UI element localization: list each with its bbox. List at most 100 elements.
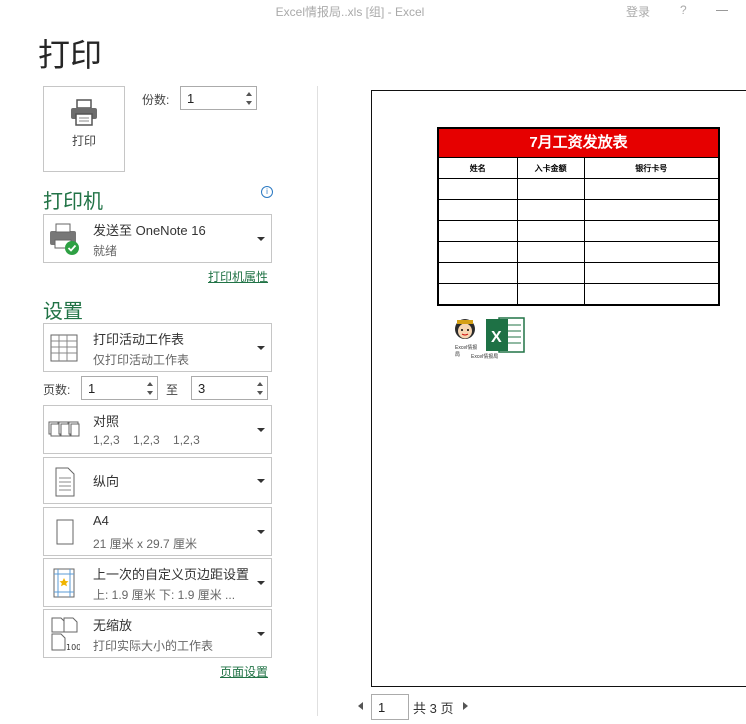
preview-table-row [439, 262, 718, 284]
preview-table-cell [439, 241, 518, 263]
paper-sub: 21 厘米 x 29.7 厘米 [93, 537, 198, 551]
copies-label: 份数: [142, 93, 170, 107]
collation-sub: 1,2,3 1,2,3 1,2,3 [93, 433, 200, 447]
preview-table-cell [583, 241, 718, 263]
current-page-input[interactable]: 1 [371, 694, 409, 720]
preview-table-cell [583, 262, 718, 284]
page-setup-link[interactable]: 页面设置 [220, 663, 268, 680]
spin-up-icon[interactable] [257, 382, 263, 386]
chevron-down-icon [257, 529, 265, 534]
collation-main: 对照 [93, 414, 120, 429]
svg-text:X: X [491, 329, 502, 346]
paper-size-icon [56, 519, 74, 545]
printer-name: 发送至 OneNote 16 [93, 223, 206, 238]
info-icon[interactable]: i [261, 186, 273, 198]
pages-to-value: 3 [198, 381, 206, 396]
preview-header-cell: 姓名 [439, 158, 518, 179]
preview-table-cell [516, 262, 585, 284]
spin-down-icon[interactable] [246, 101, 252, 105]
sheet-grid-icon [50, 334, 78, 362]
portrait-page-icon [55, 467, 75, 497]
preview-grid: 姓名 入卡金额 银行卡号 [439, 158, 718, 304]
spin-up-icon[interactable] [147, 382, 153, 386]
scope-sub: 仅打印活动工作表 [93, 353, 190, 367]
scope-main: 打印活动工作表 [93, 332, 185, 347]
preview-table-cell [439, 220, 518, 242]
margins-main: 上一次的自定义页边距设置 [93, 567, 250, 582]
previous-page-icon[interactable] [358, 702, 363, 710]
preview-table-cell [583, 283, 718, 304]
spin-up-icon[interactable] [246, 92, 252, 96]
login-link[interactable]: 登录 [626, 3, 650, 20]
print-scope-dropdown[interactable]: 打印活动工作表 仅打印活动工作表 [43, 323, 272, 372]
preview-table-cell [583, 220, 718, 242]
pages-from-value: 1 [88, 381, 96, 396]
page-title: 打印 [38, 37, 103, 73]
paper-size-dropdown[interactable]: A4 21 厘米 x 29.7 厘米 [43, 507, 272, 556]
preview-table-cell [516, 220, 585, 242]
settings-section-title: 设置 [43, 301, 83, 323]
preview-table-cell [516, 241, 585, 263]
orientation-main: 纵向 [93, 474, 120, 489]
excel-intel-logo: Excel情报局 [452, 317, 478, 358]
margins-sub: 上: 1.9 厘米 下: 1.9 厘米 ... [93, 588, 236, 602]
spin-down-icon[interactable] [147, 391, 153, 395]
chevron-down-icon [257, 631, 265, 636]
chevron-down-icon [257, 478, 265, 483]
pages-from-input[interactable]: 1 [81, 376, 158, 400]
excel-logo: X [485, 316, 525, 354]
help-button[interactable]: ? [680, 3, 687, 17]
window-title: Excel情报局..xls [组] - Excel [275, 5, 425, 19]
collate-icon [48, 421, 80, 437]
preview-table-cell [583, 199, 718, 221]
preview-table-cell [516, 178, 585, 200]
preview-table-title: 7月工资发放表 [439, 129, 718, 158]
spin-down-icon[interactable] [257, 391, 263, 395]
pages-to-label: 至 [166, 383, 179, 397]
preview-table: 7月工资发放表 姓名 入卡金额 银行卡号 [437, 127, 720, 306]
copies-input[interactable]: 1 [180, 86, 257, 110]
preview-table-row [439, 178, 718, 200]
pages-to-input[interactable]: 3 [191, 376, 268, 400]
printer-status: 就绪 [93, 244, 118, 258]
orientation-dropdown[interactable]: 纵向 [43, 457, 272, 504]
preview-table-row [439, 220, 718, 242]
preview-table-cell [516, 199, 585, 221]
printer-section-title: 打印机 [43, 191, 103, 213]
preview-table-row [439, 283, 718, 304]
minimize-icon[interactable] [716, 10, 728, 11]
title-bar: Excel情报局..xls [组] - Excel 登录 ? [0, 0, 746, 22]
preview-table-cell [439, 283, 518, 304]
excel-icon: X [486, 317, 525, 353]
svg-text:100: 100 [66, 643, 80, 652]
print-button-label: 打印 [71, 134, 96, 148]
preview-table-cell [439, 178, 518, 200]
chevron-down-icon [257, 427, 265, 432]
next-page-icon[interactable] [463, 702, 468, 710]
preview-header-row: 姓名 入卡金额 银行卡号 [439, 158, 718, 179]
margins-dropdown[interactable]: 上一次的自定义页边距设置 上: 1.9 厘米 下: 1.9 厘米 ... [43, 558, 272, 607]
pages-label: 页数: [43, 383, 71, 397]
scaling-sub: 打印实际大小的工作表 [93, 639, 214, 653]
printer-properties-link[interactable]: 打印机属性 [208, 268, 268, 285]
copies-value: 1 [187, 91, 195, 106]
total-pages-label: 共 3 页 [413, 701, 454, 716]
logo-caption: Excel情报局 [471, 354, 499, 360]
scaling-dropdown[interactable]: 100 无缩放 打印实际大小的工作表 [43, 609, 272, 658]
chevron-down-icon [257, 345, 265, 350]
scaling-icon: 100 [51, 617, 80, 652]
preview-table-cell [583, 178, 718, 200]
scaling-main: 无缩放 [93, 618, 133, 633]
collation-dropdown[interactable]: 对照 1,2,3 1,2,3 1,2,3 [43, 405, 272, 454]
preview-table-row [439, 241, 718, 263]
preview-table-cell [439, 262, 518, 284]
printer-dropdown[interactable]: 发送至 OneNote 16 就绪 [43, 214, 272, 263]
printer-ready-icon [50, 223, 79, 255]
paper-main: A4 [93, 513, 109, 528]
printer-icon [71, 99, 97, 126]
chevron-down-icon [257, 236, 265, 241]
print-button[interactable]: 打印 [43, 86, 125, 172]
preview-header-cell: 入卡金额 [516, 158, 585, 179]
preview-table-cell [439, 199, 518, 221]
margins-icon [53, 568, 75, 598]
